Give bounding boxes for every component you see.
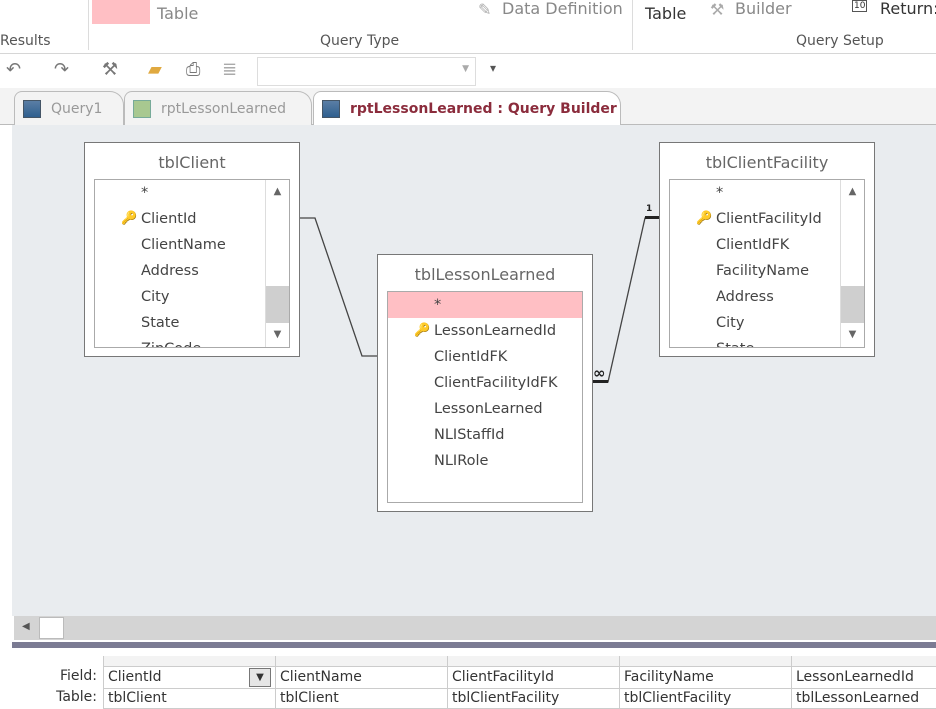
- field-dropdown-icon[interactable]: ▼: [249, 668, 271, 687]
- table-cell[interactable]: tblClient: [275, 689, 447, 709]
- vertical-scrollbar[interactable]: ▲ ▼: [265, 180, 289, 347]
- column-selector[interactable]: [791, 656, 936, 667]
- table-cell[interactable]: tblClient: [103, 689, 275, 709]
- field-value: ClientId: [108, 669, 162, 685]
- table-tbllessonlearned[interactable]: tblLessonLearned * 🔑 LessonLearnedId Clie…: [377, 254, 593, 512]
- field-item[interactable]: NLIRole: [388, 448, 582, 474]
- join-line-client: [299, 217, 377, 357]
- table-title: tblClient: [158, 153, 226, 172]
- scroll-up-icon[interactable]: ▲: [266, 180, 289, 204]
- horizontal-scrollbar[interactable]: ◀: [14, 616, 936, 640]
- primary-key-icon: 🔑: [121, 211, 138, 226]
- primary-key-icon: 🔑: [414, 323, 431, 338]
- field-item[interactable]: NLIStaffId: [388, 422, 582, 448]
- field-list: * 🔑 ClientId ClientName Address City Stat…: [94, 179, 290, 348]
- field-cell[interactable]: ClientFacilityId: [447, 667, 619, 689]
- primary-key-icon: 🔑: [696, 211, 713, 226]
- field-item[interactable]: State: [95, 310, 289, 336]
- column-selector[interactable]: [619, 656, 791, 667]
- scroll-up-icon[interactable]: ▲: [841, 180, 864, 204]
- vertical-scrollbar[interactable]: ▲ ▼: [840, 180, 864, 347]
- scroll-left-icon[interactable]: ◀: [22, 621, 30, 632]
- field-item[interactable]: ZipCode: [95, 336, 289, 347]
- table-cell[interactable]: tblClientFacility: [619, 689, 791, 709]
- scroll-down-icon[interactable]: ▼: [266, 323, 289, 347]
- field-item[interactable]: City: [95, 284, 289, 310]
- field-item[interactable]: LessonLearned: [388, 396, 582, 422]
- scroll-thumb[interactable]: [39, 617, 64, 639]
- column-selector[interactable]: [447, 656, 619, 667]
- field-item[interactable]: State: [670, 336, 864, 347]
- field-cell[interactable]: FacilityName: [619, 667, 791, 689]
- field-value: ClientFacilityId: [452, 669, 555, 685]
- table-tblclientfacility[interactable]: tblClientFacility * 🔑 ClientFacilityId Cl…: [659, 142, 875, 357]
- row-label-table: Table:: [56, 689, 97, 705]
- field-value: ClientName: [280, 669, 362, 685]
- row-label-field: Field:: [59, 668, 97, 684]
- field-value: LessonLearnedId: [796, 669, 914, 685]
- query-design-grid: Field: Table: ClientId ▼ tblClient ClientNa…: [12, 648, 936, 709]
- field-item[interactable]: *: [95, 180, 289, 206]
- field-item[interactable]: City: [670, 310, 864, 336]
- join-line-facility: [592, 217, 659, 383]
- field-item[interactable]: *: [670, 180, 864, 206]
- one-side-label: 1: [646, 204, 653, 214]
- field-label: LessonLearnedId: [434, 323, 557, 339]
- field-item[interactable]: *: [388, 292, 582, 318]
- field-label: ClientFacilityId: [716, 211, 822, 227]
- table-title: tblLessonLearned: [414, 265, 556, 284]
- field-item[interactable]: Address: [670, 284, 864, 310]
- field-cell[interactable]: ClientName: [275, 667, 447, 689]
- field-item[interactable]: 🔑 ClientId: [95, 206, 289, 232]
- field-item[interactable]: ClientIdFK: [388, 344, 582, 370]
- scroll-down-icon[interactable]: ▼: [841, 323, 864, 347]
- table-cell[interactable]: tblLessonLearned: [791, 689, 936, 709]
- field-value: FacilityName: [624, 669, 714, 685]
- field-item[interactable]: Address: [95, 258, 289, 284]
- table-cell[interactable]: tblClientFacility: [447, 689, 619, 709]
- field-list: * 🔑 LessonLearnedId ClientIdFK ClientFaci…: [387, 291, 583, 503]
- table-title: tblClientFacility: [705, 153, 829, 172]
- column-selector[interactable]: [103, 656, 275, 667]
- column-selector[interactable]: [275, 656, 447, 667]
- field-cell[interactable]: ClientId ▼: [103, 667, 275, 689]
- field-item[interactable]: ClientName: [95, 232, 289, 258]
- field-label: ClientId: [141, 211, 197, 227]
- field-item[interactable]: 🔑 ClientFacilityId: [670, 206, 864, 232]
- field-cell[interactable]: LessonLearnedId: [791, 667, 936, 689]
- field-item[interactable]: FacilityName: [670, 258, 864, 284]
- field-item[interactable]: 🔑 LessonLearnedId: [388, 318, 582, 344]
- field-list: * 🔑 ClientFacilityId ClientIdFK FacilityN…: [669, 179, 865, 348]
- table-tblclient[interactable]: tblClient * 🔑 ClientId ClientName Address…: [84, 142, 300, 357]
- many-side-label: ∞: [593, 364, 606, 382]
- field-item[interactable]: ClientFacilityIdFK: [388, 370, 582, 396]
- field-item[interactable]: ClientIdFK: [670, 232, 864, 258]
